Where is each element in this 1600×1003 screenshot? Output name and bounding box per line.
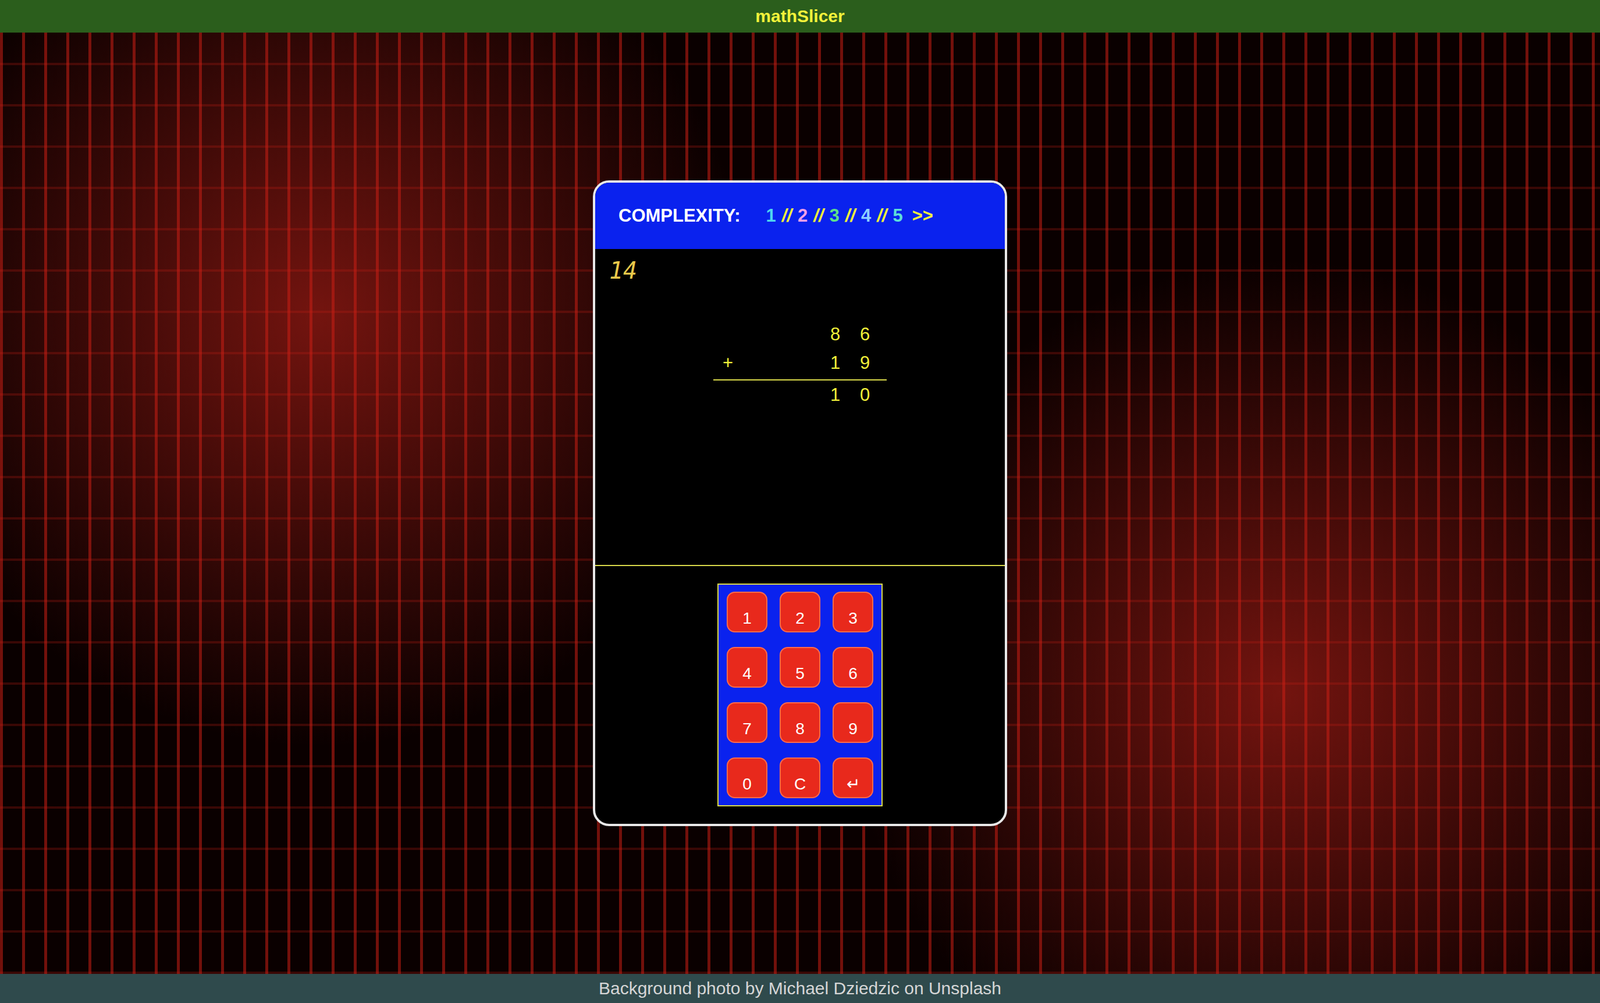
keypad-area: 123 456 789 0C ↵: [595, 566, 1005, 824]
digit: 9: [850, 352, 880, 374]
next-button[interactable]: >>: [912, 205, 934, 227]
keypad-key[interactable]: 0: [726, 757, 768, 799]
sum-line: [713, 379, 887, 381]
digit: 6: [850, 324, 880, 346]
photo-credit: Background photo by Michael Dziedzic on …: [598, 978, 1002, 999]
play-area: 1486+1910: [595, 249, 1005, 567]
digit: 8: [820, 324, 851, 346]
keypad-key[interactable]: 9: [832, 702, 874, 743]
digit: 1: [820, 352, 851, 374]
digits: 86: [820, 324, 880, 346]
app-title-bar: mathSlicer: [0, 0, 1600, 33]
photo-credit-bar: Background photo by Michael Dziedzic on …: [0, 973, 1600, 1003]
app-title: mathSlicer: [755, 6, 845, 27]
separator: //: [876, 205, 887, 227]
score: 14: [609, 257, 991, 284]
operand-row: 86: [713, 320, 887, 349]
background-photo: COMPLEXITY:1//2//3//4//5>>1486+191012345…: [0, 32, 1600, 974]
separator: //: [813, 205, 824, 227]
answer-digit: 0: [850, 384, 880, 406]
complexity-level[interactable]: 5: [892, 205, 903, 227]
keypad-key[interactable]: C: [779, 757, 821, 799]
keypad-key[interactable]: 1: [726, 591, 768, 633]
complexity-level[interactable]: 1: [766, 205, 777, 227]
complexity-level[interactable]: 4: [861, 205, 871, 227]
separator: //: [781, 205, 792, 227]
operand-row: +19: [713, 348, 887, 378]
complexity-levels: 1//2//3//4//5>>: [766, 205, 934, 227]
complexity-level[interactable]: 3: [829, 205, 840, 227]
keypad-key[interactable]: 8: [779, 702, 821, 743]
keypad-key[interactable]: 5: [779, 646, 821, 688]
digits: 19: [820, 352, 880, 374]
complexity-label: COMPLEXITY:: [618, 205, 741, 227]
keypad-key[interactable]: 7: [726, 702, 768, 743]
separator: //: [845, 205, 856, 227]
keypad-key[interactable]: 3: [832, 591, 874, 633]
answer-digits: 10: [820, 384, 880, 406]
complexity-bar: COMPLEXITY:1//2//3//4//5>>: [595, 182, 1005, 250]
keypad-key[interactable]: 6: [832, 646, 874, 688]
keypad-key[interactable]: 4: [726, 646, 768, 688]
game-card: COMPLEXITY:1//2//3//4//5>>1486+191012345…: [592, 180, 1008, 827]
keypad: 123 456 789 0C ↵: [717, 583, 883, 807]
complexity-level[interactable]: 2: [797, 205, 808, 227]
keypad-key[interactable]: 2: [779, 591, 821, 633]
operator: +: [722, 352, 734, 374]
keypad-key[interactable]: ↵: [832, 757, 874, 799]
answer-row[interactable]: 10: [713, 380, 887, 410]
addition-problem: 86+1910: [713, 320, 887, 410]
answer-digit: 1: [820, 384, 851, 406]
